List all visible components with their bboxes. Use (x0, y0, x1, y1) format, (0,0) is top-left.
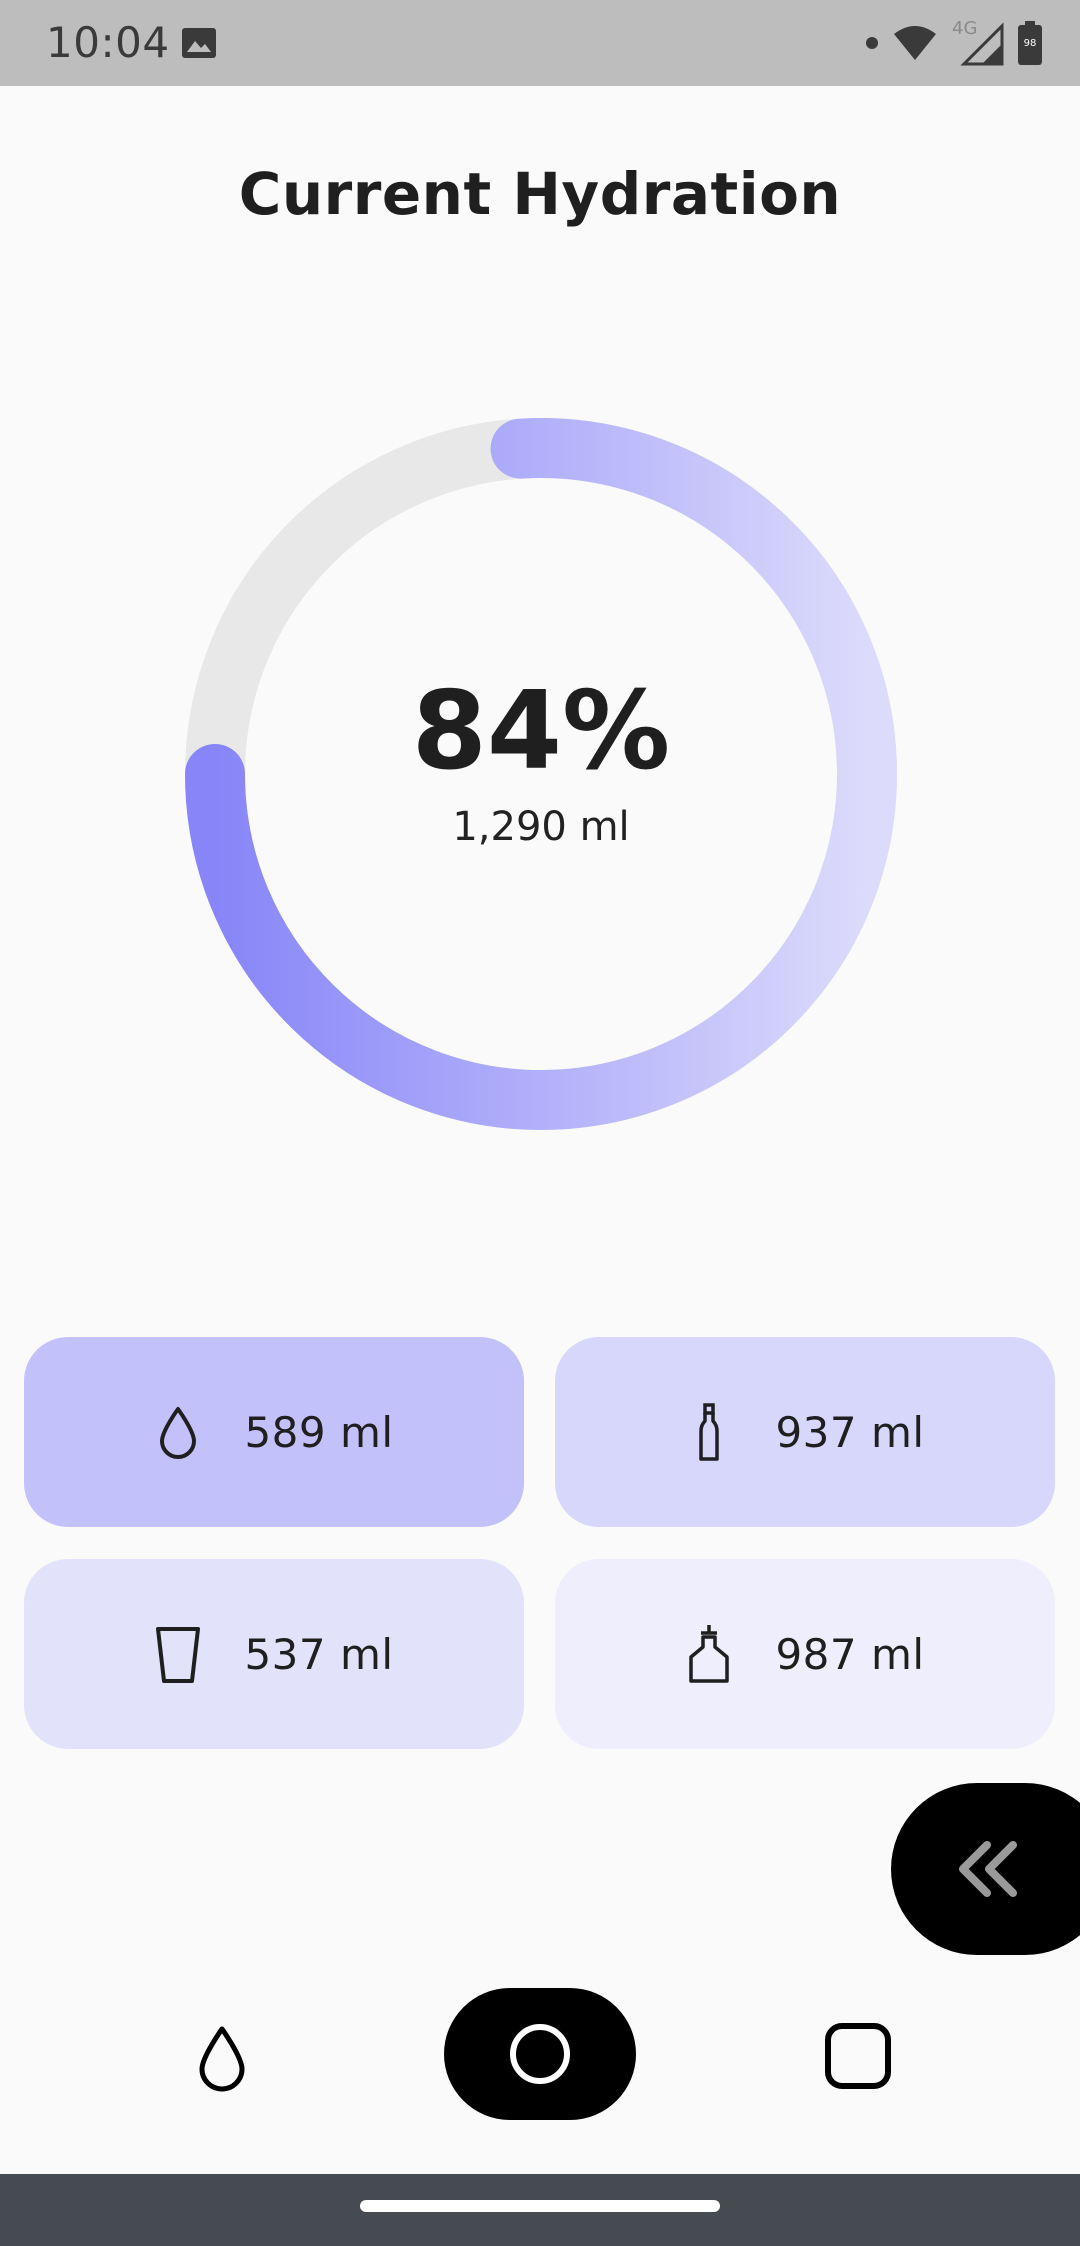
drink-tile-label: 537 ml (244, 1629, 394, 1679)
drink-tile-glass[interactable]: 537 ml (24, 1559, 524, 1749)
drop-icon (199, 2026, 245, 2092)
drink-tile-flask[interactable]: 987 ml (555, 1559, 1055, 1749)
nav-item-home[interactable] (444, 1988, 636, 2120)
double-chevron-left-icon (959, 1841, 1017, 1897)
drop-icon (160, 1407, 197, 1459)
nav-item-overview[interactable] (818, 2016, 898, 2096)
wifi-icon (894, 26, 936, 60)
hydration-volume: 1,290 ml (452, 804, 630, 850)
drink-tile-bottle[interactable]: 937 ml (555, 1337, 1055, 1527)
hydration-percent: 84% (411, 669, 671, 794)
drink-tile-label: 589 ml (244, 1407, 394, 1457)
bottle-icon (699, 1403, 720, 1461)
battery-level: 98 (1023, 38, 1037, 49)
image-icon (182, 28, 216, 58)
notification-dot-icon (866, 37, 878, 49)
drink-tile-label: 937 ml (775, 1407, 925, 1457)
collapse-fab-button[interactable] (891, 1783, 1080, 1955)
nav-item-hydration[interactable] (188, 2018, 256, 2098)
page-title: Current Hydration (238, 160, 842, 228)
hydration-screen: 10:04 4G 98 Current Hydration 84% 1,290 … (0, 0, 1080, 2246)
ring-center: 84% 1,290 ml (185, 418, 897, 1130)
cell-signal-icon: 4G (952, 18, 1004, 66)
status-time: 10:04 (46, 18, 170, 67)
square-icon (825, 2023, 891, 2089)
home-gesture-handle[interactable] (360, 2200, 720, 2212)
flask-icon (689, 1625, 730, 1683)
circle-icon (510, 2024, 570, 2084)
status-icons: 4G 98 (866, 18, 1042, 68)
drink-tile-label: 987 ml (775, 1629, 925, 1679)
battery-icon: 98 (1018, 21, 1042, 65)
drink-tile-drop[interactable]: 589 ml (24, 1337, 524, 1527)
glass-icon (156, 1627, 201, 1683)
status-bar: 10:04 4G 98 (0, 0, 1080, 86)
